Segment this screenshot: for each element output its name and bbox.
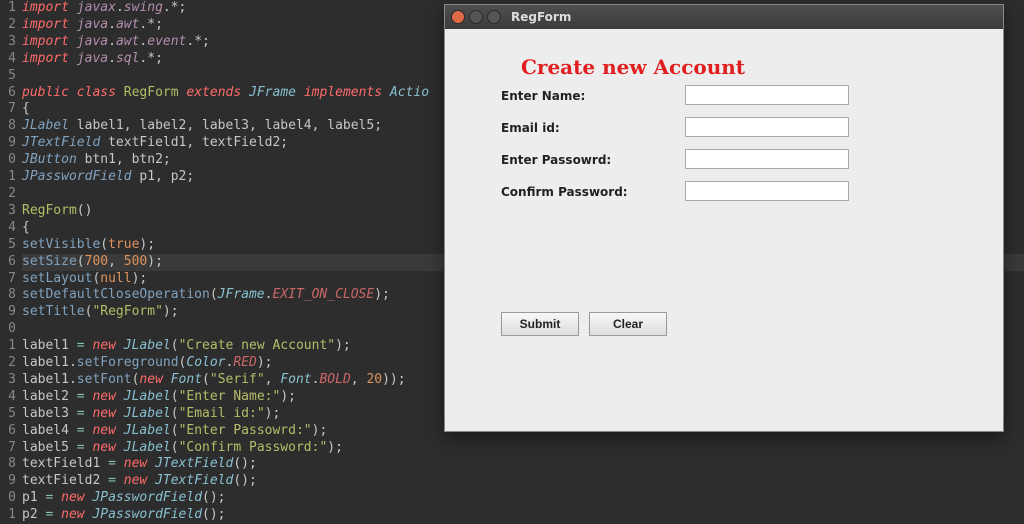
line-number: 5 — [0, 406, 22, 423]
regform-body: Create new Account Enter Name: Email id:… — [445, 29, 1003, 431]
submit-button[interactable]: Submit — [501, 312, 579, 336]
line-number: 8 — [0, 456, 22, 473]
line-number: 7 — [0, 271, 22, 288]
line-number: 4 — [0, 51, 22, 68]
password-field[interactable] — [685, 149, 849, 169]
line-number: 6 — [0, 423, 22, 440]
line-number: 6 — [0, 85, 22, 102]
code-line[interactable]: textField1 = new JTextField(); — [22, 456, 1024, 473]
label-name: Enter Name: — [501, 89, 585, 103]
label-password: Enter Passowrd: — [501, 153, 611, 167]
minimize-icon[interactable] — [469, 10, 483, 24]
label-confirm: Confirm Password: — [501, 185, 628, 199]
code-line[interactable]: textField2 = new JTextField(); — [22, 473, 1024, 490]
email-field[interactable] — [685, 117, 849, 137]
line-number: 9 — [0, 304, 22, 321]
line-number: 9 — [0, 473, 22, 490]
line-number: 2 — [0, 17, 22, 34]
name-field[interactable] — [685, 85, 849, 105]
line-number: 6 — [0, 254, 22, 271]
line-number: 7 — [0, 440, 22, 457]
code-line[interactable]: label5 = new JLabel("Confirm Password:")… — [22, 440, 1024, 457]
regform-window: RegForm Create new Account Enter Name: E… — [444, 4, 1004, 432]
line-number: 0 — [0, 321, 22, 338]
line-number: 5 — [0, 237, 22, 254]
maximize-icon[interactable] — [487, 10, 501, 24]
line-number: 4 — [0, 389, 22, 406]
line-number: 2 — [0, 186, 22, 203]
line-number: 1 — [0, 0, 22, 17]
form-heading: Create new Account — [521, 55, 745, 79]
line-number: 1 — [0, 169, 22, 186]
line-number: 8 — [0, 287, 22, 304]
window-titlebar[interactable]: RegForm — [445, 5, 1003, 29]
line-number: 3 — [0, 34, 22, 51]
line-number: 9 — [0, 135, 22, 152]
clear-button[interactable]: Clear — [589, 312, 667, 336]
line-number: 8 — [0, 118, 22, 135]
confirm-field[interactable] — [685, 181, 849, 201]
window-title: RegForm — [511, 10, 571, 24]
line-number: 1 — [0, 338, 22, 355]
line-number: 3 — [0, 372, 22, 389]
line-number: 5 — [0, 68, 22, 85]
line-number: 0 — [0, 490, 22, 507]
line-number: 3 — [0, 203, 22, 220]
code-line[interactable]: p1 = new JPasswordField(); — [22, 490, 1024, 507]
line-number: 4 — [0, 220, 22, 237]
line-number: 1 — [0, 507, 22, 524]
close-icon[interactable] — [451, 10, 465, 24]
code-line[interactable]: p2 = new JPasswordField(); — [22, 507, 1024, 524]
line-number: 2 — [0, 355, 22, 372]
line-number: 7 — [0, 101, 22, 118]
label-email: Email id: — [501, 121, 560, 135]
line-number: 0 — [0, 152, 22, 169]
